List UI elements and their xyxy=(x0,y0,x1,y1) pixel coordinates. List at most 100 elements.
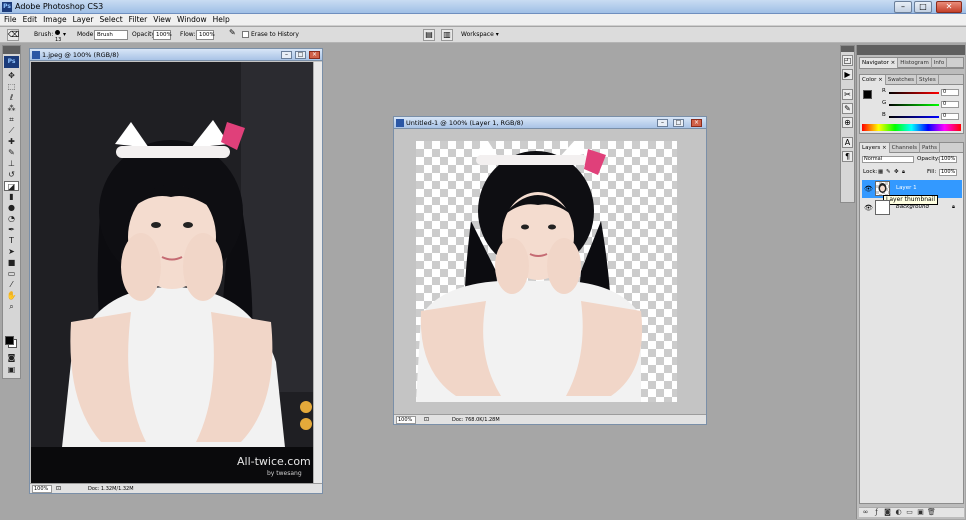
lock-all-icon[interactable]: 🔒︎ xyxy=(902,169,905,176)
document-title-bar[interactable]: Untitled-1 @ 100% (Layer 1, RGB/8) – □ × xyxy=(394,117,706,129)
type-icon[interactable]: T xyxy=(4,236,19,246)
crop-icon[interactable]: ⌗ xyxy=(4,115,19,125)
g-slider[interactable] xyxy=(889,104,939,106)
fill-input[interactable]: 100% xyxy=(939,169,957,176)
tab-navigator[interactable]: Navigator × xyxy=(860,58,899,68)
paragraph-panel-icon[interactable]: ¶ xyxy=(842,151,853,162)
tab-layers[interactable]: Layers × xyxy=(860,143,890,153)
character-panel-icon[interactable]: A xyxy=(842,137,853,148)
tab-paths[interactable]: Paths xyxy=(920,143,940,153)
menu-view[interactable]: View xyxy=(150,14,174,26)
photo-canvas[interactable]: All-twice.com by twesang xyxy=(31,62,313,483)
flow-input[interactable]: 100% xyxy=(196,30,215,40)
clone-source-icon[interactable]: ⊕ xyxy=(842,117,853,128)
history-brush-icon[interactable]: ↺ xyxy=(4,170,19,180)
workspace-menu[interactable]: Workspace ▾ xyxy=(461,31,499,39)
stamp-icon[interactable]: ⊥ xyxy=(4,159,19,169)
lock-pixels-icon[interactable]: ✎ xyxy=(886,169,891,176)
magic-wand-icon[interactable]: ⁂ xyxy=(4,104,19,114)
eyedropper-icon[interactable]: ⁄ xyxy=(4,280,19,290)
pen-icon[interactable]: ✒ xyxy=(4,225,19,235)
doc-maximize-button[interactable]: □ xyxy=(295,51,306,59)
close-button[interactable]: ✕ xyxy=(936,1,962,13)
shape-icon[interactable]: ■ xyxy=(4,258,19,268)
lock-position-icon[interactable]: ✥ xyxy=(894,169,899,176)
gradient-icon[interactable]: ▮ xyxy=(4,192,19,202)
g-value[interactable]: 0 xyxy=(941,101,959,108)
eye-icon[interactable]: 👁︎ xyxy=(864,204,873,212)
quick-mask-icon[interactable]: ◙ xyxy=(4,353,19,363)
move-icon[interactable]: ✥ xyxy=(4,71,19,81)
menu-image[interactable]: Image xyxy=(40,14,70,26)
eraser-tool-preset-icon[interactable]: ⌫ xyxy=(7,29,19,41)
new-group-icon[interactable]: ▭ xyxy=(905,508,914,517)
zoom-field[interactable]: 100% xyxy=(32,485,52,493)
new-layer-icon[interactable]: ▣ xyxy=(916,508,925,517)
eye-icon[interactable]: 👁︎ xyxy=(864,185,873,193)
status-menu-icon[interactable]: ⊡ xyxy=(424,416,429,424)
blend-mode-select[interactable]: Normal xyxy=(862,156,914,163)
delete-layer-icon[interactable]: 🗑︎ xyxy=(927,508,936,517)
tab-channels[interactable]: Channels xyxy=(890,143,921,153)
erase-history-checkbox[interactable] xyxy=(242,31,249,38)
palette-well-icon[interactable]: ▥ xyxy=(441,29,453,41)
brush-preview-icon[interactable] xyxy=(55,30,60,35)
screen-mode-icon[interactable]: ▣ xyxy=(4,365,19,375)
b-slider[interactable] xyxy=(889,116,939,118)
minimize-button[interactable]: – xyxy=(894,1,912,13)
layer-row-background[interactable]: 👁︎ Background 🔒︎ xyxy=(862,199,962,217)
doc-close-button[interactable]: × xyxy=(309,51,320,59)
color-ramp[interactable] xyxy=(862,124,961,131)
doc-minimize-button[interactable]: – xyxy=(281,51,292,59)
actions-panel-icon[interactable]: ▶ xyxy=(842,69,853,80)
b-value[interactable]: 0 xyxy=(941,113,959,120)
menu-help[interactable]: Help xyxy=(210,14,233,26)
vertical-scrollbar[interactable] xyxy=(313,62,322,483)
file-browser-icon[interactable]: ▤ xyxy=(423,29,435,41)
zoom-icon[interactable]: ⌕ xyxy=(4,302,19,312)
lasso-icon[interactable]: ℓ xyxy=(4,93,19,103)
layer-mask-icon[interactable]: ◙ xyxy=(883,508,892,517)
brushes-panel-icon[interactable]: ✎ xyxy=(842,103,853,114)
notes-icon[interactable]: ▭ xyxy=(4,269,19,279)
toolbox-grip[interactable] xyxy=(3,46,20,54)
brush-icon[interactable]: ✎ xyxy=(4,148,19,158)
tab-styles[interactable]: Styles xyxy=(917,75,939,85)
zoom-field[interactable]: 100% xyxy=(396,416,416,424)
color-foreground-swatch[interactable] xyxy=(863,90,872,99)
mode-select[interactable]: Brush xyxy=(94,30,128,40)
tab-histogram[interactable]: Histogram xyxy=(898,58,932,68)
panel-dock-grip[interactable] xyxy=(857,45,965,55)
tool-presets-icon[interactable]: ✂ xyxy=(842,89,853,100)
path-select-icon[interactable]: ➤ xyxy=(4,247,19,257)
status-menu-icon[interactable]: ⊡ xyxy=(56,485,61,493)
dodge-icon[interactable]: ◔ xyxy=(4,214,19,224)
doc-minimize-button[interactable]: – xyxy=(657,119,668,127)
tab-swatches[interactable]: Swatches xyxy=(886,75,917,85)
layer-style-icon[interactable]: ƒ xyxy=(872,508,881,517)
document-title-bar[interactable]: 1.jpeg @ 100% (RGB/8) – □ × xyxy=(30,49,322,61)
history-panel-icon[interactable]: ◰ xyxy=(842,55,853,66)
tab-info[interactable]: Info xyxy=(932,58,948,68)
menu-edit[interactable]: Edit xyxy=(20,14,41,26)
marquee-icon[interactable]: ⬚ xyxy=(4,82,19,92)
adjustment-layer-icon[interactable]: ◐ xyxy=(894,508,903,517)
menu-window[interactable]: Window xyxy=(174,14,210,26)
maximize-button[interactable]: □ xyxy=(914,1,932,13)
chevron-down-icon[interactable]: ▾ xyxy=(63,31,66,39)
transparent-canvas[interactable] xyxy=(416,141,677,402)
tab-color[interactable]: Color × xyxy=(860,75,886,85)
menu-file[interactable]: File xyxy=(0,14,20,26)
opacity-input[interactable]: 100% xyxy=(153,30,172,40)
menu-filter[interactable]: Filter xyxy=(126,14,151,26)
hand-icon[interactable]: ✋ xyxy=(4,291,19,301)
dock-grip[interactable] xyxy=(841,46,854,52)
lock-transparency-icon[interactable]: ▦ xyxy=(878,169,883,176)
menu-select[interactable]: Select xyxy=(97,14,126,26)
blur-icon[interactable]: ● xyxy=(4,203,19,213)
doc-close-button[interactable]: × xyxy=(691,119,702,127)
healing-icon[interactable]: ✚ xyxy=(4,137,19,147)
menu-layer[interactable]: Layer xyxy=(70,14,97,26)
r-value[interactable]: 0 xyxy=(941,89,959,96)
r-slider[interactable] xyxy=(889,92,939,94)
